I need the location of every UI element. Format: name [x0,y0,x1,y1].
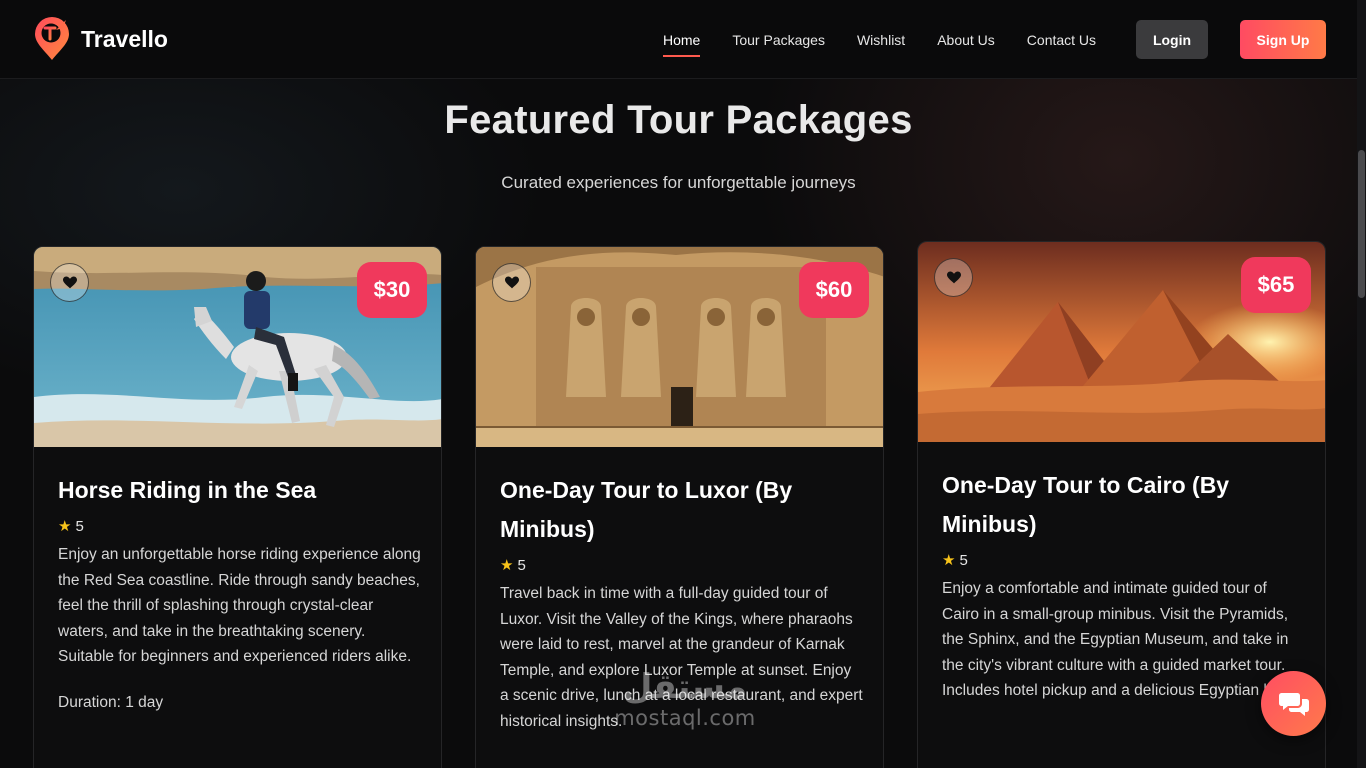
card-body: One-Day Tour to Luxor (By Minibus) ★ 5 Tr… [500,471,864,735]
card-duration: Duration: 1 day [58,693,164,711]
price-badge: $65 [1241,257,1311,313]
brand[interactable]: Travello [32,16,168,62]
nav-links: Home Tour Packages Wishlist About Us Con… [663,0,1128,79]
card-description: Travel back in time with a full-day guid… [500,585,863,730]
signup-button[interactable]: Sign Up [1240,20,1326,59]
card-title[interactable]: Horse Riding in the Sea [58,471,422,510]
tour-card-luxor[interactable]: $60 One-Day Tour to Luxor (By Minibus) ★… [475,246,884,768]
card-description: Enjoy an unforgettable horse riding expe… [58,546,421,666]
star-icon: ★ [942,552,956,569]
navbar: Travello Home Tour Packages Wishlist Abo… [0,0,1357,79]
rating-value: 5 [959,552,968,569]
rating-value: 5 [75,518,84,535]
heart-icon [504,276,519,289]
brand-logo-icon [35,17,69,60]
chat-button[interactable] [1261,671,1326,736]
rating-value: 5 [517,557,526,574]
nav-wishlist[interactable]: Wishlist [857,32,905,48]
scrollbar[interactable] [1357,0,1366,768]
nav-home[interactable]: Home [663,32,701,57]
star-icon: ★ [58,518,72,535]
login-button[interactable]: Login [1136,20,1208,59]
scrollbar-thumb[interactable] [1358,150,1365,298]
chat-bubbles-icon [1278,692,1309,716]
card-title[interactable]: One-Day Tour to Cairo (By Minibus) [942,466,1306,544]
tour-card-horse-riding[interactable]: $30 Horse Riding in the Sea ★ 5 Enjoy an … [33,246,442,768]
card-title[interactable]: One-Day Tour to Luxor (By Minibus) [500,471,864,549]
wishlist-button[interactable] [492,263,531,302]
price-badge: $60 [799,262,869,318]
nav-about-us[interactable]: About Us [937,32,995,48]
card-rating: ★ 5 [500,556,864,574]
star-icon: ★ [500,557,514,574]
price-badge: $30 [357,262,427,318]
nav-tour-packages[interactable]: Tour Packages [732,32,825,48]
card-rating: ★ 5 [942,551,1306,569]
wishlist-button[interactable] [934,258,973,297]
section-title: Featured Tour Packages [444,98,913,142]
section-subtitle: Curated experiences for unforgettable jo… [501,173,856,192]
wishlist-button[interactable] [50,263,89,302]
card-body: One-Day Tour to Cairo (By Minibus) ★ 5 En… [942,466,1306,704]
card-rating: ★ 5 [58,517,422,535]
brand-name: Travello [81,25,168,52]
card-description: Enjoy a comfortable and intimate guided … [942,580,1305,700]
heart-icon [62,276,77,289]
card-body: Horse Riding in the Sea ★ 5 Enjoy an unfo… [58,471,422,712]
heart-icon [946,271,961,284]
nav-contact-us[interactable]: Contact Us [1027,32,1096,48]
